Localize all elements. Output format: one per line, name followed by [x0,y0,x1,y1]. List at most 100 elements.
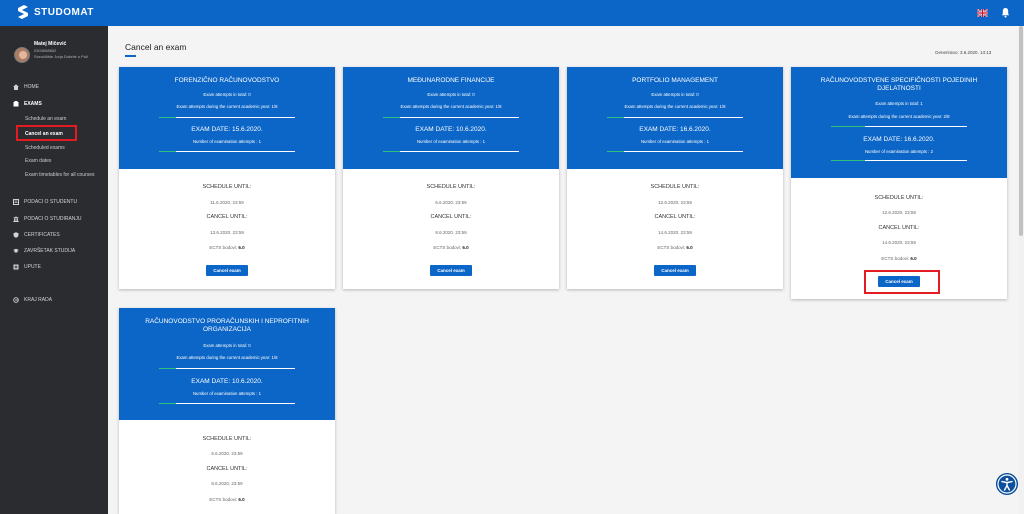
certificate-icon [13,232,19,238]
cancel-exam-button[interactable]: Cancel exam [206,265,248,276]
cancel-exam-button[interactable]: Cancel exam [430,265,472,276]
attempt-progress-bar [383,151,519,152]
cancel-value: 8.6.2020. 23:59 [211,481,243,486]
year-progress-bar [159,117,295,118]
sidebar-item-zavrsetak-studija[interactable]: ZAVRŠETAK STUDIJA [13,248,75,254]
cancel-exam-button[interactable]: Cancel exam [654,265,696,276]
attempts-total: Exam attempts in total: 0 [203,343,251,348]
ects-points: ECTS bodovi: 6.0 [567,245,783,250]
title-underline [125,55,136,57]
schedule-label: SCHEDULE UNTIL: [426,184,476,190]
schedule-label: SCHEDULE UNTIL: [202,436,252,442]
course-name: MEĐUNARODNE FINANCIJE [407,77,495,84]
bell-icon[interactable] [1001,7,1010,18]
profile-id: 0303658652 [34,48,57,53]
sidebar-item-label: PODACI O STUDENTU [24,199,78,205]
sidebar-item-kraj-rada[interactable]: KRAJ RADA [13,297,52,303]
exam-date: EXAM DATE: 10.6.2020. [191,378,263,385]
attempt-number: Number of examination attempts : 1 [192,391,262,396]
attempts-total: Exam attempts in total: 0 [427,92,475,97]
brand-name: STUDOMAT [34,6,94,18]
schedule-value: 6.6.2020. 23:59 [435,200,467,205]
ects-value: 6.0 [238,245,245,250]
exam-card: FORENZIČNO RAČUNOVODSTVO Exam attempts i… [119,67,335,289]
sidebar-item-certificates[interactable]: CERTIFICATES [13,232,60,238]
uk-flag-icon[interactable] [977,9,988,17]
sidebar-subitem-exam-timetables[interactable]: Exam timetables for all courses [25,172,103,178]
cancel-label: CANCEL UNTIL: [878,225,920,231]
sidebar-subitem-schedule-exam[interactable]: Schedule an exam [25,116,103,122]
year-progress-bar [159,368,295,369]
page-title: Cancel an exam [125,42,187,52]
top-bar: STUDOMAT [0,0,1024,26]
sidebar-item-label: UPUTE [24,264,41,270]
exam-date: EXAM DATE: 16.6.2020. [863,136,935,143]
profile-name: Matej Mičević [34,41,67,47]
brand[interactable]: STUDOMAT [16,4,94,20]
attempts-total: Exam attempts in total: 0 [651,92,699,97]
year-progress-bar [607,117,743,118]
attempt-number: Number of examination attempts : 1 [640,139,710,144]
scrollbar-thumb[interactable] [1019,26,1023,236]
exam-card: RAČUNOVODSTVO PRORAČUNSKIH I NEPROFITNIH… [119,308,335,514]
cancel-value: 14.6.2020. 23:59 [882,240,916,245]
schedule-value: 6.6.2020. 23:59 [211,451,243,456]
attempts-total: Exam attempts in total: 0 [203,92,251,97]
schedule-value: 11.6.2020. 23:59 [210,200,244,205]
attempt-progress-bar [607,151,743,152]
study-data-icon [13,216,19,222]
attempts-year: Exam attempts during the current academi… [176,355,278,360]
schedule-label: SCHEDULE UNTIL: [650,184,700,190]
sidebar-item-podaci-o-studiranju[interactable]: PODACI O STUDIRANJU [13,216,82,222]
attempts-year: Exam attempts during the current academi… [624,104,726,109]
sidebar-item-label: ZAVRŠETAK STUDIJA [24,248,76,254]
sidebar-item-label: KRAJ RADA [24,297,53,303]
exam-date: EXAM DATE: 15.6.2020. [191,126,263,133]
profile-university: Sveučilište Jurja Dobrile u Puli [34,54,88,59]
cancel-value: 8.6.2020. 23:59 [435,230,467,235]
ects-value: 6.0 [238,497,245,502]
attempts-year: Exam attempts during the current academi… [848,114,950,119]
schedule-value: 12.6.2020. 23:59 [882,210,916,215]
schedule-value: 12.6.2020. 23:59 [658,200,692,205]
student-data-icon [13,199,19,205]
ects-points: ECTS bodovi: 6.0 [119,245,335,250]
cancel-label: CANCEL UNTIL: [430,214,472,220]
graduation-icon [13,248,19,253]
course-name: RAČUNOVODSTVENE SPECIFIČNOSTI POJEDINIH … [820,77,978,92]
attempt-progress-bar [831,160,967,161]
highlight-box [16,125,77,141]
attempt-number: Number of examination attempts : 2 [864,149,934,154]
cancel-value: 13.6.2020. 23:59 [210,230,244,235]
cancel-label: CANCEL UNTIL: [206,214,248,220]
attempt-number: Number of examination attempts : 1 [192,139,262,144]
sidebar: Matej Mičević 0303658652 Sveučilište Jur… [0,26,108,514]
sidebar-item-podaci-o-studentu[interactable]: PODACI O STUDENTU [13,199,77,205]
schedule-label: SCHEDULE UNTIL: [202,184,252,190]
card-header: RAČUNOVODSTVENE SPECIFIČNOSTI POJEDINIH … [791,67,1007,178]
course-name: FORENZIČNO RAČUNOVODSTVO [174,77,280,84]
course-name: PORTFOLIO MANAGEMENT [632,77,718,84]
attempts-year: Exam attempts during the current academi… [176,104,278,109]
sidebar-subitem-exam-dates[interactable]: Exam dates [25,158,103,164]
accessibility-icon[interactable] [996,473,1018,495]
exam-date: EXAM DATE: 16.6.2020. [639,126,711,133]
sidebar-item-label: HOME [24,84,39,90]
ects-label: ECTS bodovi: [433,245,462,250]
sidebar-item-home[interactable]: HOME [13,84,39,90]
highlight-box [864,270,940,294]
cancel-value: 14.6.2020. 23:59 [658,230,692,235]
course-name: RAČUNOVODSTVO PRORAČUNSKIH I NEPROFITNIH… [145,318,309,333]
sidebar-subitem-scheduled-exams[interactable]: Scheduled exams [25,145,103,151]
cancel-label: CANCEL UNTIL: [654,214,696,220]
ects-label: ECTS bodovi: [209,497,238,502]
card-header: PORTFOLIO MANAGEMENT Exam attempts in to… [567,67,783,169]
exam-card: RAČUNOVODSTVENE SPECIFIČNOSTI POJEDINIH … [791,67,1007,299]
year-progress-bar [383,117,519,118]
avatar [14,47,30,63]
sidebar-item-exams[interactable]: EXAMS [13,101,42,107]
sidebar-item-upute[interactable]: UPUTE [13,264,41,270]
ects-value: 6.0 [686,245,693,250]
ects-label: ECTS bodovi: [209,245,238,250]
ects-points: ECTS bodovi: 6.0 [119,497,335,502]
